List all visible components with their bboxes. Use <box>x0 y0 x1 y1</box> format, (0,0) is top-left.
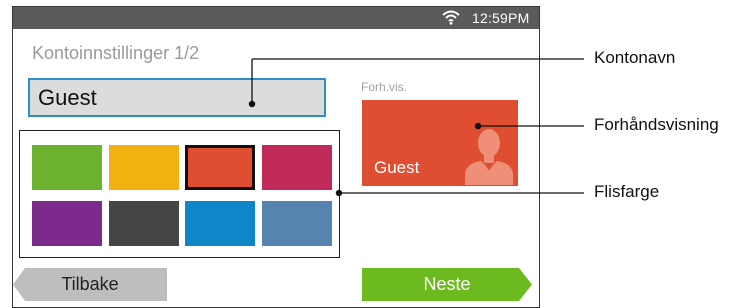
tile-color-magenta[interactable] <box>262 145 332 190</box>
person-icon <box>465 129 513 185</box>
tile-color-orange-red[interactable] <box>185 145 255 190</box>
device-screen: 12:59PM Kontoinnstillinger 1/2 Forh.vis.… <box>12 6 540 308</box>
preview-label: Forh.vis. <box>361 80 408 94</box>
status-time: 12:59PM <box>472 10 530 26</box>
back-button[interactable]: Tilbake <box>13 268 167 301</box>
wifi-icon <box>442 10 460 25</box>
next-button-label: Neste <box>423 274 471 294</box>
next-button[interactable]: Neste <box>362 268 532 301</box>
back-button-label: Tilbake <box>61 274 119 294</box>
tile-color-green[interactable] <box>32 145 102 190</box>
account-name-input[interactable] <box>28 78 326 117</box>
preview-tile-name: Guest <box>374 158 420 177</box>
preview-tile: Guest <box>362 100 518 186</box>
tile-color-steel-blue[interactable] <box>262 201 332 246</box>
page-title: Kontoinnstillinger 1/2 <box>32 43 200 63</box>
callout-tile-color: Flisfarge <box>594 182 660 201</box>
callout-preview: Forhåndsvisning <box>594 115 719 134</box>
tile-color-dark-gray[interactable] <box>109 201 179 246</box>
callout-account-name: Kontonavn <box>594 48 676 67</box>
status-bar: 12:59PM <box>13 7 539 29</box>
tile-color-amber[interactable] <box>109 145 179 190</box>
tile-color-blue[interactable] <box>185 201 255 246</box>
tile-color-grid <box>19 130 340 258</box>
tile-color-purple[interactable] <box>32 201 102 246</box>
